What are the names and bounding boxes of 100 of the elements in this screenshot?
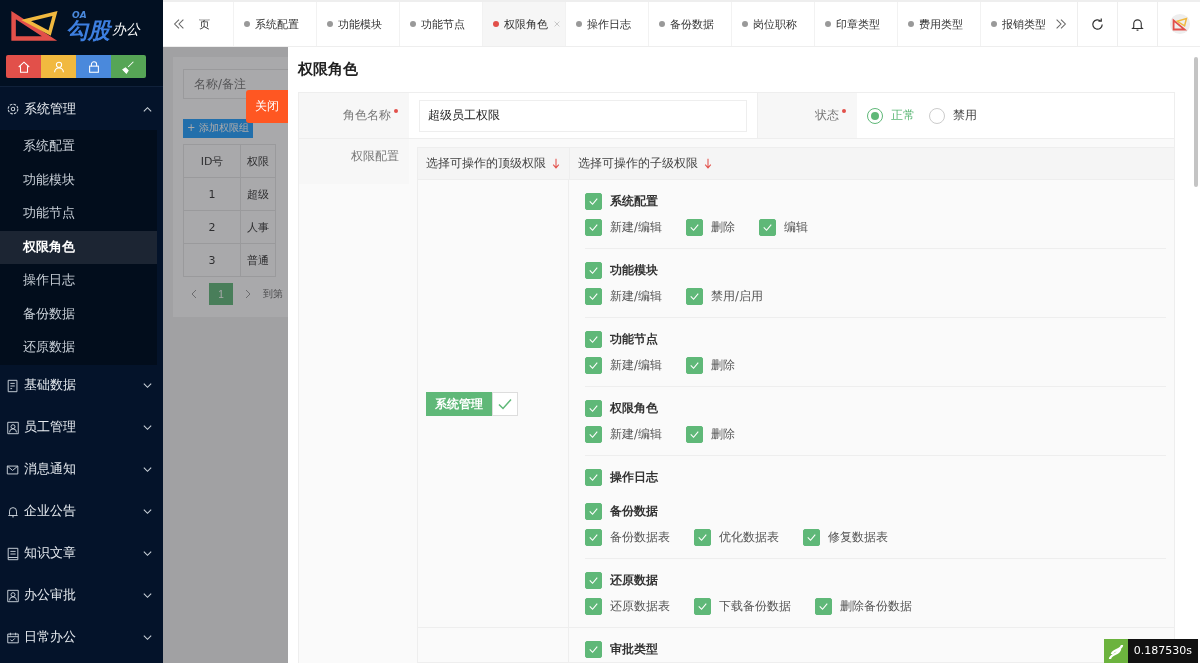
logo-tag: OA (72, 10, 110, 20)
table-cell: 2 (183, 210, 241, 244)
role-name-field[interactable]: 超级员工权限 (419, 99, 747, 132)
table-cell: 3 (183, 243, 241, 277)
checkbox[interactable] (585, 468, 602, 486)
checkbox[interactable] (803, 528, 820, 546)
tab[interactable]: 权限角色 (483, 2, 566, 46)
menu-item[interactable]: 功能节点 (0, 197, 157, 231)
arrow-down-icon (552, 157, 560, 170)
refresh-icon (1090, 16, 1105, 32)
checkbox[interactable] (585, 399, 602, 417)
checkbox[interactable] (585, 330, 602, 348)
checkbox[interactable] (585, 528, 602, 546)
checkbox[interactable] (585, 571, 602, 589)
list-icon (6, 378, 20, 393)
action-label: 删除 (710, 357, 735, 373)
double-chevron-left-icon (172, 17, 186, 31)
checkbox[interactable] (585, 261, 602, 279)
menu-group[interactable]: 企业公告 (0, 490, 163, 533)
home-icon (16, 59, 31, 74)
checkbox[interactable] (685, 218, 703, 236)
chevron-down-icon (142, 506, 153, 517)
column-header: 选择可操作的顶级权限 (426, 156, 546, 171)
table-cell: 超级 (240, 177, 276, 211)
column-header: 选择可操作的子级权限 (578, 156, 698, 171)
checkbox[interactable] (758, 218, 776, 236)
logo-suffix: 办公 (112, 21, 140, 37)
checkbox[interactable] (685, 425, 703, 443)
home-button[interactable] (6, 55, 41, 78)
column-header: 权限 (240, 144, 276, 178)
checkbox[interactable] (694, 597, 711, 615)
calendar-icon (6, 630, 20, 645)
chevron-down-icon (142, 590, 153, 601)
action-label: 禁用/启用 (710, 288, 763, 304)
permission-label: 操作日志 (610, 468, 658, 486)
chevron-down-icon (142, 422, 153, 433)
bell-icon (1130, 16, 1145, 32)
action-label: 新建/编辑 (610, 426, 662, 442)
checkbox[interactable] (694, 528, 711, 546)
menu-group[interactable]: 基础数据 (0, 364, 163, 407)
action-label: 删除备份数据 (840, 598, 912, 614)
action-label: 新建/编辑 (610, 219, 662, 235)
checkbox[interactable] (685, 356, 703, 374)
field-label: 状态 (815, 108, 839, 123)
checkbox[interactable] (585, 287, 602, 305)
action-label: 下载备份数据 (719, 598, 791, 614)
checkbox[interactable] (585, 356, 602, 374)
permission-label: 功能节点 (610, 330, 658, 348)
lock-icon (86, 59, 101, 74)
debug-flame-icon[interactable] (1103, 639, 1128, 663)
menu-item[interactable]: 还原数据 (0, 331, 157, 365)
avatar-icon (1169, 13, 1191, 35)
menu-group[interactable]: 办公审批 (0, 574, 163, 617)
clean-button[interactable] (111, 55, 146, 78)
checkbox[interactable] (585, 640, 602, 658)
checkbox[interactable] (685, 287, 703, 305)
checkbox[interactable] (585, 597, 602, 615)
user-icon (51, 59, 66, 74)
action-label: 新建/编辑 (610, 288, 662, 304)
checkbox[interactable] (585, 425, 602, 443)
chevron-down-icon (142, 464, 153, 475)
checkbox[interactable] (585, 502, 602, 520)
close-icon[interactable] (553, 20, 561, 28)
table-cell: 1 (183, 177, 241, 211)
previous-page-icon[interactable] (189, 289, 199, 299)
menu-item[interactable]: 系统配置 (0, 130, 157, 164)
permission-label: 功能模块 (610, 261, 658, 279)
envelope-icon (6, 462, 20, 477)
menu-group[interactable]: 员工管理 (0, 406, 163, 449)
menu-group[interactable]: 知识文章 (0, 532, 163, 575)
chevron-down-icon (142, 548, 153, 559)
permission-label: 备份数据 (610, 502, 658, 520)
menu-item[interactable]: 权限角色 (0, 230, 157, 264)
person-card-icon (6, 588, 20, 603)
menu-item[interactable]: 功能模块 (0, 163, 157, 197)
bell-icon (6, 504, 20, 519)
document-icon (6, 546, 20, 561)
menu-group[interactable]: 消息通知 (0, 448, 163, 491)
menu-item[interactable]: 操作日志 (0, 264, 157, 298)
chevron-down-icon (142, 380, 153, 391)
goto-page-label: 到第 (263, 287, 283, 301)
person-card-icon (6, 420, 20, 435)
table-cell: 人事 (240, 210, 276, 244)
field-label: 角色名称 (343, 108, 391, 123)
brush-icon (121, 59, 136, 74)
checkbox[interactable] (585, 192, 602, 210)
action-label: 优化数据表 (719, 529, 779, 545)
user-button[interactable] (41, 55, 76, 78)
menu-group[interactable]: 系统管理 (0, 88, 163, 130)
next-page-icon[interactable] (243, 289, 253, 299)
lock-button[interactable] (76, 55, 111, 78)
debug-time-label: 0.187530s (1127, 639, 1198, 663)
table-cell: 普通 (240, 243, 276, 277)
permission-label: 权限角色 (610, 399, 658, 417)
checkbox[interactable] (585, 218, 602, 236)
settings-icon (6, 102, 20, 116)
menu-group[interactable]: 日常办公 (0, 616, 163, 659)
checkbox[interactable] (815, 597, 832, 615)
radio-option[interactable]: 禁用 (929, 107, 977, 124)
menu-item[interactable]: 备份数据 (0, 297, 157, 331)
